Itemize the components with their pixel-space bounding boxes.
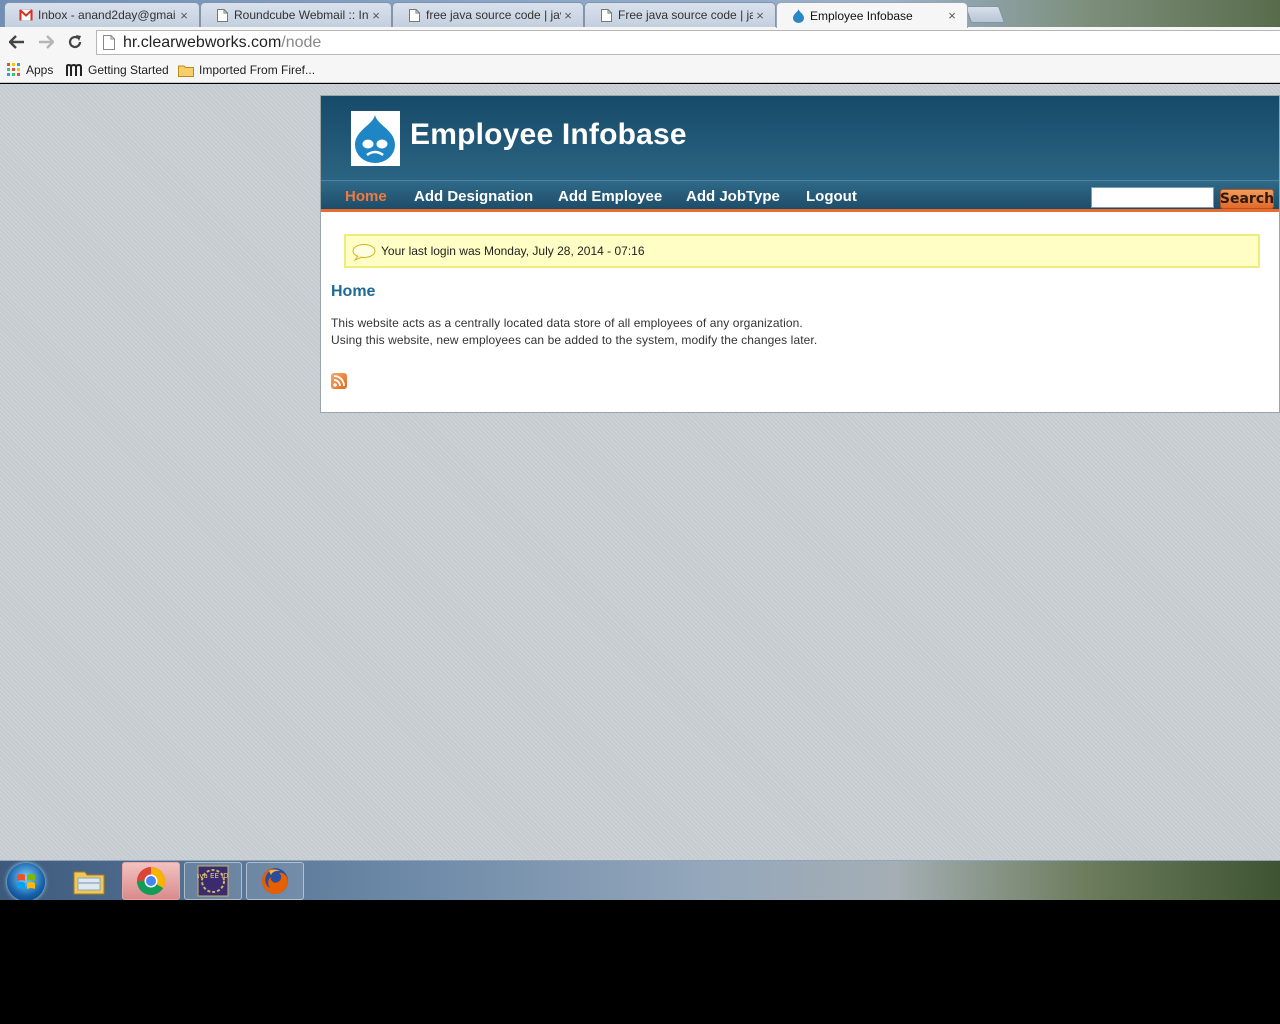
folder-icon bbox=[178, 64, 194, 77]
forward-button[interactable] bbox=[34, 31, 58, 53]
bookmark-label: Getting Started bbox=[88, 63, 169, 77]
address-bar[interactable]: hr.clearwebworks.com/node bbox=[96, 30, 1280, 55]
tab-gmail-inbox[interactable]: Inbox - anand2day@gmai × bbox=[4, 2, 200, 27]
back-arrow-icon bbox=[9, 35, 24, 49]
nav-logout[interactable]: Logout bbox=[806, 188, 857, 205]
gmail-icon bbox=[19, 8, 33, 22]
apps-grid-icon bbox=[7, 63, 21, 77]
status-text: Your last login was Monday, July 28, 201… bbox=[381, 244, 645, 258]
speech-bubble-icon bbox=[352, 243, 376, 264]
reload-button[interactable] bbox=[63, 31, 87, 53]
windows-taskbar: Java EE IDE bbox=[0, 860, 1280, 901]
nav-home[interactable]: Home bbox=[345, 188, 387, 205]
taskbar-java-ee-ide[interactable]: Java EE IDE bbox=[184, 862, 242, 900]
page-icon bbox=[215, 8, 229, 22]
page-icon bbox=[599, 8, 613, 22]
drupal-icon bbox=[791, 8, 805, 23]
nav-add-employee[interactable]: Add Employee bbox=[558, 188, 662, 205]
close-tab-icon[interactable]: × bbox=[369, 8, 383, 23]
page-title: Home bbox=[331, 283, 376, 300]
taskbar-google-chrome[interactable] bbox=[122, 862, 180, 900]
url-path: /node bbox=[281, 33, 322, 51]
bookmark-getting-started[interactable]: Getting Started bbox=[66, 62, 169, 78]
site-name[interactable]: Employee Infobase bbox=[410, 118, 687, 152]
chrome-icon bbox=[137, 867, 165, 895]
tab-title: Free java source code | jav bbox=[618, 8, 753, 22]
search-input[interactable] bbox=[1091, 187, 1214, 208]
tab-title: Inbox - anand2day@gmai bbox=[38, 8, 176, 22]
body-line: Using this website, new employees can be… bbox=[331, 333, 818, 347]
close-tab-icon[interactable]: × bbox=[177, 8, 191, 23]
taskbar-windows-explorer[interactable] bbox=[60, 862, 118, 900]
m-icon bbox=[66, 63, 83, 77]
browser-tab-strip: Inbox - anand2day@gmai × Roundcube Webma… bbox=[0, 0, 1280, 28]
page-icon bbox=[407, 8, 421, 22]
windows-logo-icon bbox=[17, 874, 35, 889]
tab-title: Roundcube Webmail :: Int bbox=[234, 8, 369, 22]
nav-add-designation[interactable]: Add Designation bbox=[414, 188, 533, 205]
tab-title: Employee Infobase bbox=[810, 8, 913, 23]
tab-roundcube[interactable]: Roundcube Webmail :: Int × bbox=[200, 2, 392, 27]
site-header: Employee Infobase bbox=[321, 96, 1279, 180]
bookmark-apps[interactable]: Apps bbox=[7, 62, 53, 78]
bookmark-label: Imported From Firef... bbox=[199, 63, 316, 77]
close-tab-icon[interactable]: × bbox=[945, 8, 959, 23]
primary-navigation: Home Add Designation Add Employee Add Jo… bbox=[321, 180, 1279, 212]
page-icon bbox=[103, 35, 115, 50]
forward-arrow-icon bbox=[39, 35, 54, 49]
taskbar-firefox[interactable] bbox=[246, 862, 304, 900]
close-tab-icon[interactable]: × bbox=[561, 8, 575, 23]
tab-title: free java source code | jav bbox=[426, 8, 561, 22]
bookmark-label: Apps bbox=[26, 63, 54, 77]
new-tab-button[interactable] bbox=[964, 6, 1006, 23]
firefox-icon bbox=[262, 868, 288, 894]
nav-add-jobtype[interactable]: Add JobType bbox=[686, 188, 780, 205]
reload-icon bbox=[68, 35, 82, 49]
start-button[interactable] bbox=[7, 863, 45, 901]
page-body: This website acts as a centrally located… bbox=[331, 315, 817, 349]
page-viewport: Employee Infobase Home Add Designation A… bbox=[0, 84, 1280, 860]
tab-free-java-2[interactable]: Free java source code | jav × bbox=[584, 2, 776, 27]
url-host: hr.clearwebworks.com bbox=[123, 33, 282, 51]
screen-black-area bbox=[0, 900, 1280, 1024]
rss-icon[interactable] bbox=[331, 373, 347, 389]
java-ee-ide-icon: Java EE IDE bbox=[197, 865, 229, 897]
body-line: This website acts as a centrally located… bbox=[331, 316, 803, 330]
search-button[interactable]: Search bbox=[1220, 189, 1274, 209]
back-button[interactable] bbox=[5, 31, 29, 53]
java-ee-label: Java EE IDE bbox=[197, 872, 229, 880]
bookmark-imported-folder[interactable]: Imported From Firef... bbox=[178, 62, 315, 78]
status-message: Your last login was Monday, July 28, 201… bbox=[344, 234, 1260, 268]
tab-employee-infobase[interactable]: Employee Infobase × bbox=[776, 2, 968, 28]
drupal-logo-icon[interactable] bbox=[351, 111, 400, 166]
browser-toolbar: hr.clearwebworks.com/node bbox=[0, 27, 1280, 58]
site-container: Employee Infobase Home Add Designation A… bbox=[320, 95, 1280, 413]
tab-free-java-1[interactable]: free java source code | jav × bbox=[392, 2, 584, 27]
bookmarks-bar: Apps Getting Started Imported From Firef… bbox=[0, 58, 1280, 83]
close-tab-icon[interactable]: × bbox=[753, 8, 767, 23]
folder-icon bbox=[73, 871, 105, 895]
